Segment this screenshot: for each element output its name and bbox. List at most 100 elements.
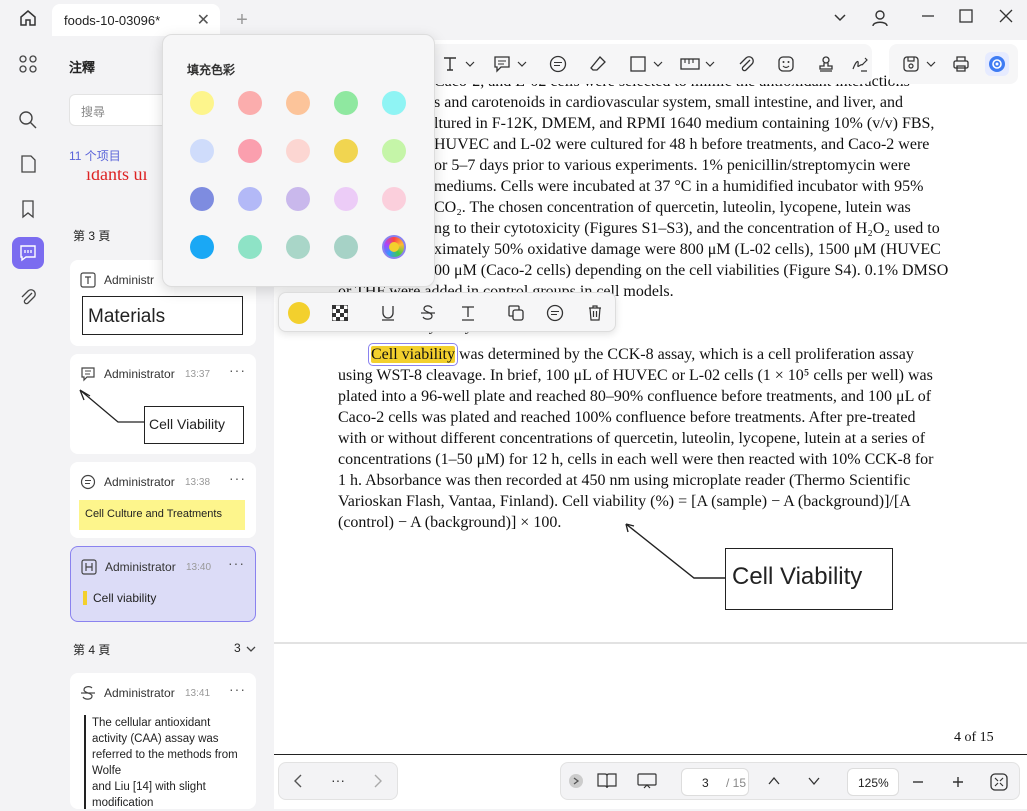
truncated-annotation-text: idants ui [86,170,148,184]
replace-text-icon[interactable] [456,301,480,325]
panel-title: 注釋 [69,60,96,75]
color-swatch[interactable] [382,139,406,163]
chevron-down-icon[interactable] [464,54,476,74]
tab-close-icon[interactable]: ✕ [197,10,210,30]
annotation-card[interactable]: Administrator 13:41 ··· The cellular ant… [70,673,256,809]
color-swatch[interactable] [286,187,310,211]
add-comment-icon[interactable] [543,301,567,325]
page-layout-icon[interactable] [597,772,617,795]
signature-icon[interactable] [850,54,870,74]
color-swatch[interactable] [334,187,358,211]
tab-title: foods-10-03096* [64,13,161,28]
zoom-in-icon[interactable] [951,775,965,794]
chevron-down-icon[interactable] [828,8,852,32]
zoom-input[interactable]: 125% [847,768,899,796]
color-swatch[interactable] [190,187,214,211]
save-icon[interactable] [901,54,921,74]
search-icon[interactable] [16,108,40,132]
home-icon[interactable] [16,8,40,32]
annotation-card[interactable]: Administrator 13:38 ··· Cell Culture and… [70,462,256,538]
fill-color-button[interactable] [287,301,311,325]
more-options-icon[interactable]: ··· [228,555,245,571]
quote-bar [84,715,86,809]
color-swatch[interactable] [334,139,358,163]
measure-tool-icon[interactable] [680,54,700,74]
annotation-time: 13:37 [185,369,211,380]
collapse-icon[interactable] [569,774,583,788]
callout-tool-icon[interactable] [492,54,512,74]
comments-icon [16,241,40,265]
account-icon[interactable] [868,8,892,32]
page-down-icon[interactable] [807,774,821,793]
eraser-icon[interactable] [588,54,608,74]
color-swatch[interactable] [382,187,406,211]
opacity-icon[interactable] [328,301,352,325]
color-swatch[interactable] [286,91,310,115]
note-preview: The cellular antioxidant activity (CAA) … [92,717,238,809]
minimize-icon[interactable] [916,8,940,32]
page-number-input[interactable]: 3 / 15 [681,768,749,796]
previous-icon[interactable] [291,773,305,794]
color-swatch[interactable] [190,235,214,259]
new-tab-icon[interactable]: + [230,8,254,32]
zoom-out-icon[interactable] [911,775,925,794]
chevron-down-icon[interactable] [925,54,937,74]
selection-toolbar [278,292,616,332]
fit-page-icon[interactable] [989,772,1009,797]
callout-textbox[interactable]: Cell Viability [725,548,893,610]
color-swatch[interactable] [238,139,262,163]
callout-preview: Cell Viability [144,406,244,444]
highlighted-text[interactable]: Cell viability [368,343,458,366]
comment-tool-icon[interactable] [548,54,568,74]
color-swatch[interactable] [334,91,358,115]
page-3-label: 第 3 頁 [73,229,111,243]
color-swatch[interactable] [382,91,406,115]
more-options-icon[interactable]: ··· [229,470,246,486]
chevron-down-icon[interactable] [246,644,256,654]
color-swatch[interactable] [238,91,262,115]
maximize-icon[interactable] [954,8,978,32]
highlight-color-bar [83,591,87,605]
callout-arrow-icon[interactable] [614,516,734,586]
color-swatch[interactable] [238,187,262,211]
annotation-card[interactable]: Administrator 13:37 ··· Cell Viability [70,354,256,454]
more-options-icon[interactable]: ··· [229,362,246,378]
annotation-card-selected[interactable]: Administrator 13:40 ··· Cell viability [70,546,256,622]
file-toolbar [889,44,1018,84]
color-swatch[interactable] [190,139,214,163]
color-swatch[interactable] [238,235,262,259]
page-up-icon[interactable] [767,774,781,793]
color-swatch[interactable] [286,235,310,259]
stamp-icon[interactable] [816,54,836,74]
ai-assistant-icon[interactable] [985,52,1009,76]
delete-icon[interactable] [583,301,607,325]
color-swatch[interactable] [286,139,310,163]
close-window-icon[interactable] [994,8,1018,32]
document-tab[interactable]: foods-10-03096* ✕ [52,4,220,36]
strikethrough-icon[interactable] [416,301,440,325]
annotation-author: Administrator [104,475,175,489]
color-swatch[interactable] [382,235,406,259]
text-tool-icon[interactable] [440,54,460,74]
color-swatch[interactable] [190,91,214,115]
attachment-icon[interactable] [16,285,40,309]
more-options-icon[interactable]: ··· [229,681,246,697]
chevron-down-icon[interactable] [652,54,664,74]
color-swatch[interactable] [334,235,358,259]
highlight-icon [81,559,97,575]
bookmark-icon[interactable] [16,197,40,221]
left-rail [0,40,56,809]
chevron-down-icon[interactable] [516,54,528,74]
print-icon[interactable] [951,54,971,74]
chevron-down-icon[interactable] [704,54,716,74]
next-icon[interactable] [371,773,385,794]
underline-icon[interactable] [376,301,400,325]
pages-icon[interactable] [16,152,40,176]
copy-icon[interactable] [504,301,528,325]
more-icon[interactable]: ··· [331,772,345,788]
sticker-icon[interactable] [776,54,796,74]
shape-tool-icon[interactable] [628,54,648,74]
thumbnails-icon[interactable] [16,52,40,76]
attach-file-icon[interactable] [736,54,756,74]
presentation-icon[interactable] [637,772,657,795]
